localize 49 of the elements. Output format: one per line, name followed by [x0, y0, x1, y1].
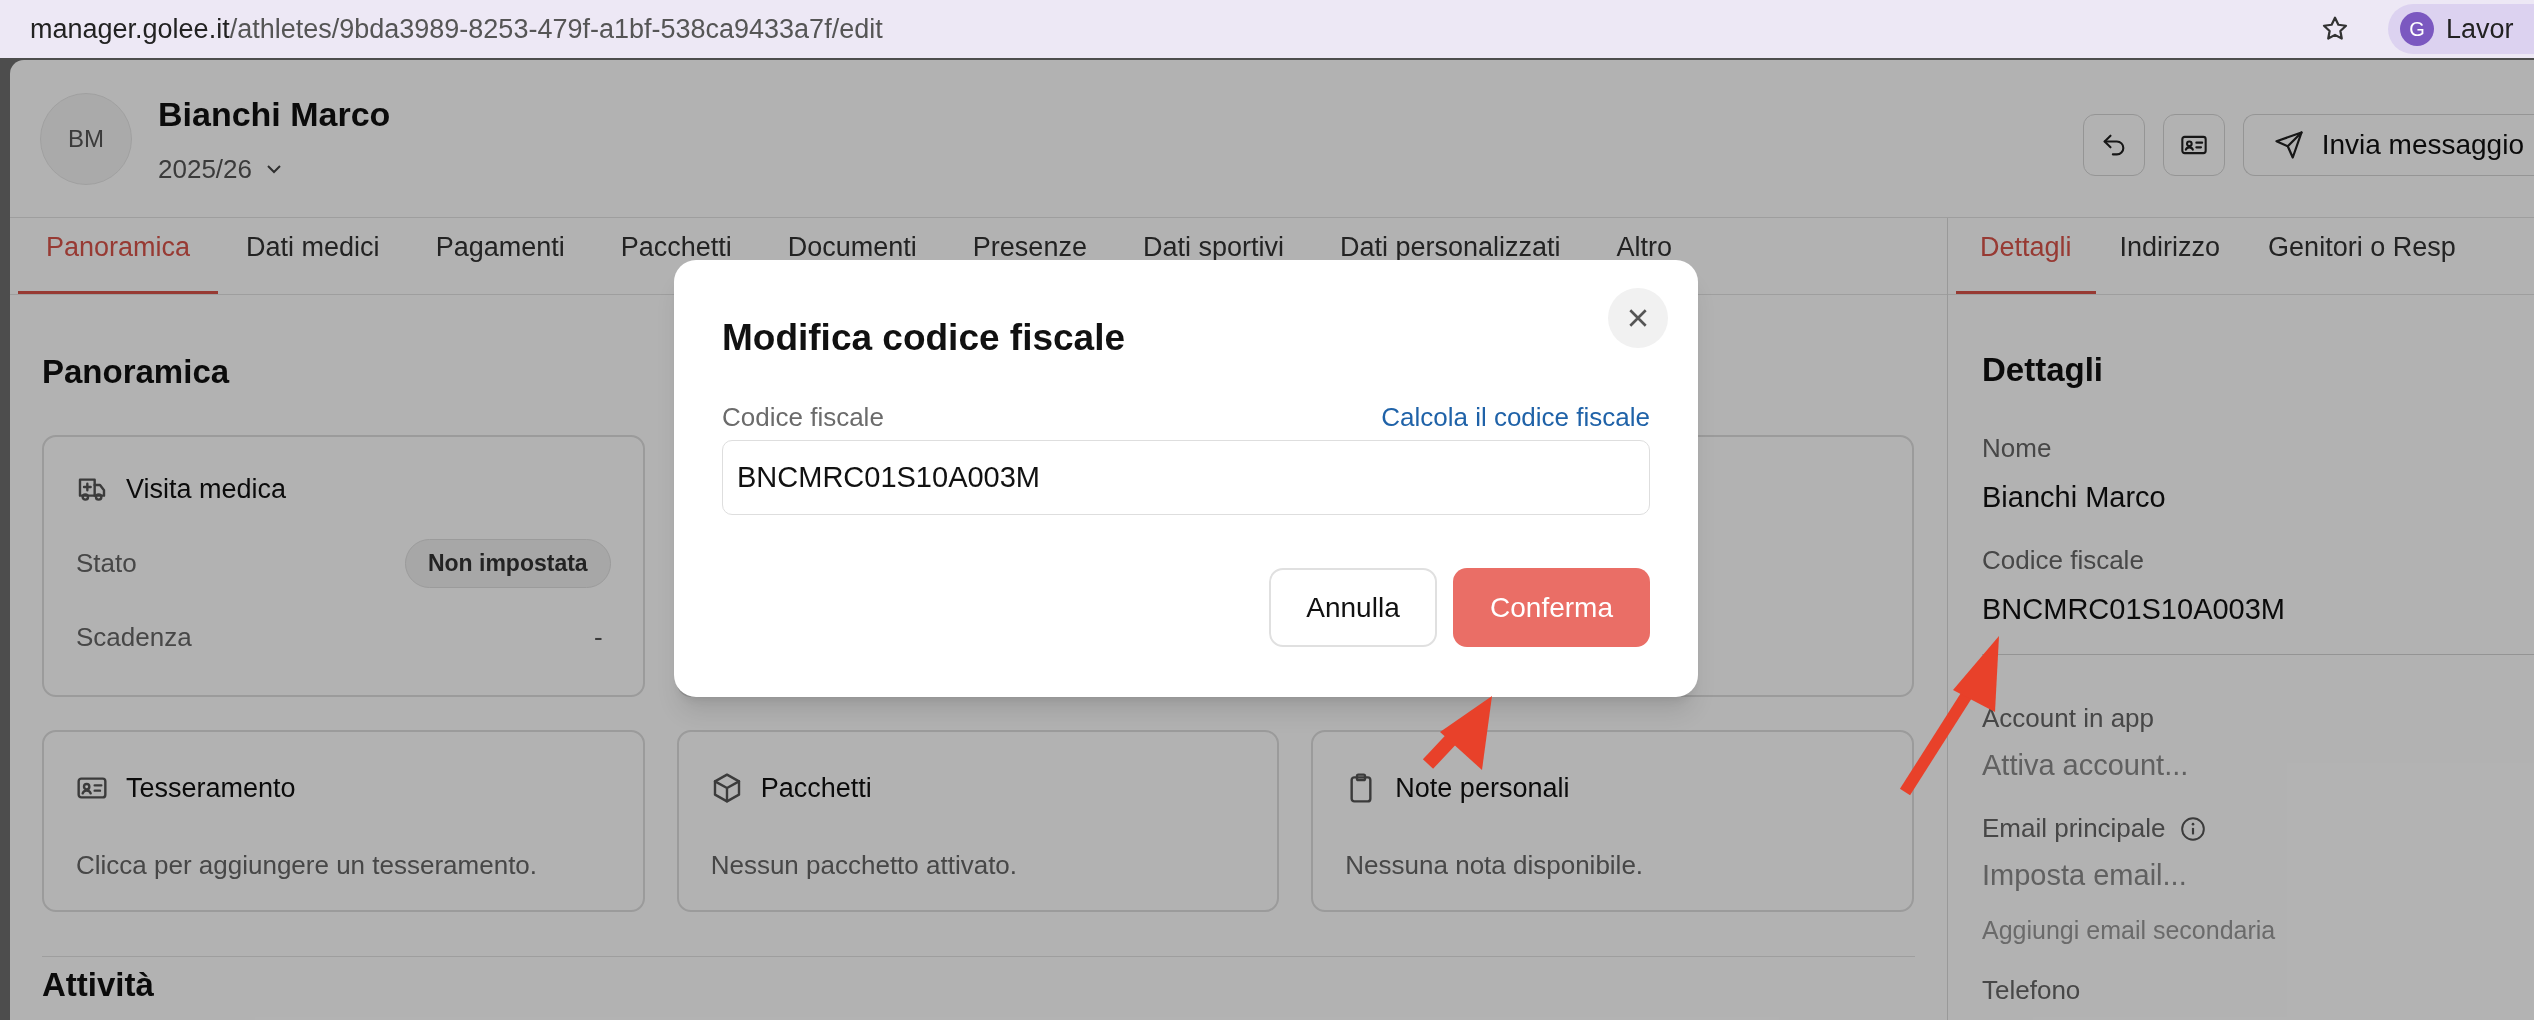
- field-value: -: [594, 620, 604, 654]
- field-value: Bianchi Marco: [1982, 479, 2167, 515]
- panel-title: Dettagli: [1982, 350, 2104, 390]
- info-icon[interactable]: [2179, 815, 2206, 842]
- card-text: Nessuna nota disponibile.: [1345, 849, 1645, 882]
- card-title: Pacchetti: [760, 771, 872, 805]
- field-label: Stato: [76, 546, 137, 580]
- field-label: Nome: [1982, 431, 2052, 465]
- field-label: Email principale: [1982, 812, 2166, 845]
- field-label: Telefono: [1982, 974, 2081, 1007]
- field-label: Account in app: [1982, 701, 2154, 735]
- send-message-button[interactable]: Invia messaggio: [2242, 113, 2534, 176]
- tab[interactable]: Pacchetti: [592, 217, 760, 294]
- send-icon: [2273, 129, 2304, 160]
- card-title: Tesseramento: [126, 771, 296, 805]
- tab[interactable]: Altro: [1588, 217, 1701, 294]
- card-text: Clicca per aggiungere un tesseramento.: [76, 849, 539, 882]
- close-icon: [1627, 307, 1649, 329]
- tab[interactable]: Pagamenti: [407, 217, 593, 294]
- url-text[interactable]: manager.golee.it/athletes/9bda3989-8253-479f-a1bf-538ca9433a7f/edit: [30, 8, 883, 50]
- tab[interactable]: Dati medici: [218, 217, 408, 294]
- tab[interactable]: Documenti: [759, 217, 945, 294]
- card-text: Nessun pacchetto attivato.: [710, 849, 1019, 882]
- status-badge: Non impostata: [404, 539, 611, 588]
- tab[interactable]: Indirizzo: [2095, 218, 2245, 294]
- profile-chip[interactable]: G Lavor: [2388, 4, 2534, 54]
- athlete-name: Bianchi Marco: [158, 93, 391, 135]
- field-value: BNCMRC01S10A003M: [1982, 592, 2286, 627]
- input-field[interactable]: BNCMRC01S10A003M: [722, 440, 1650, 515]
- tab[interactable]: Genitori o Resp: [2244, 218, 2480, 294]
- tab[interactable]: Dati personalizzati: [1311, 217, 1589, 294]
- cancel-button[interactable]: Annulla: [1269, 568, 1437, 647]
- dialog-title: Modifica codice fiscale: [722, 316, 1126, 360]
- calculate-link[interactable]: Calcola il codice fiscale: [1381, 398, 1650, 437]
- field-label: Codice fiscale: [722, 401, 884, 434]
- section-title: Attività: [42, 964, 155, 1005]
- undo-button[interactable]: [2082, 113, 2145, 176]
- field-label: Codice fiscale: [1982, 544, 2144, 577]
- tab[interactable]: Presenze: [944, 217, 1115, 294]
- season-selector[interactable]: 2025/26: [158, 149, 391, 189]
- section-title: Panoramica: [42, 352, 231, 392]
- card-title: Visita medica: [126, 472, 287, 506]
- profile-avatar: G: [2400, 12, 2434, 46]
- tab[interactable]: Dati sportivi: [1114, 217, 1312, 294]
- field-label: Scadenza: [76, 620, 192, 654]
- profile-name: Lavor: [2446, 12, 2514, 46]
- card-title: Note personali: [1395, 771, 1570, 805]
- id-card-button[interactable]: [2162, 113, 2225, 176]
- avatar: BM: [40, 92, 132, 185]
